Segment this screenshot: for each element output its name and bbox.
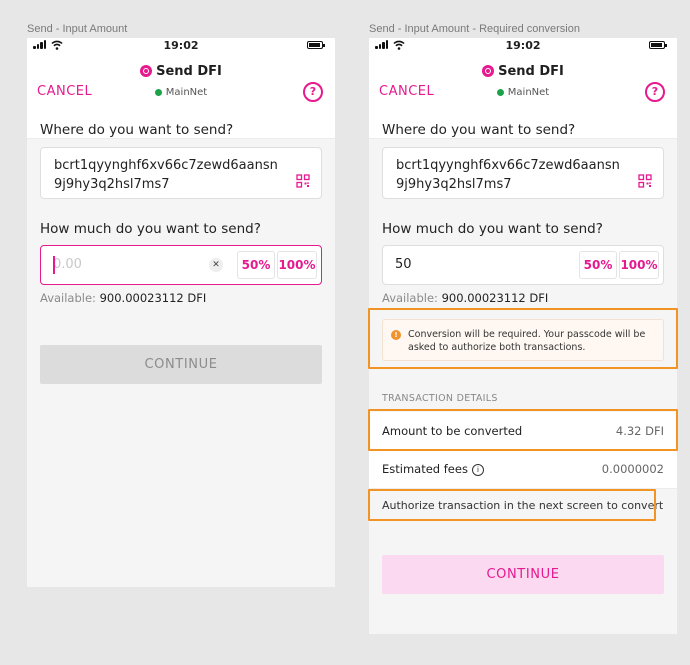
- info-icon[interactable]: i: [471, 464, 484, 476]
- text-caret: [53, 256, 55, 274]
- available-balance: Available: 900.00023112 DFI: [40, 291, 207, 305]
- status-time: 19:02: [163, 39, 199, 52]
- page-title: Send DFI: [498, 63, 564, 79]
- continue-button[interactable]: CONTINUE: [40, 345, 322, 384]
- converted-label: Amount to be converted: [382, 424, 523, 438]
- network-label: MainNet: [165, 87, 208, 98]
- frame-label-left: Send - Input Amount: [27, 23, 128, 35]
- battery-icon: [307, 41, 325, 49]
- amount-value: 50: [395, 257, 412, 272]
- status-time: 19:02: [505, 39, 541, 52]
- status-bar: 19:02: [369, 38, 677, 54]
- conversion-warning: ! Conversion will be required. Your pass…: [382, 319, 664, 361]
- continue-button[interactable]: CONTINUE: [382, 555, 664, 594]
- warning-text: Conversion will be required. Your passco…: [408, 329, 646, 353]
- address-value: bcrt1qyynghf6xv66c7zewd6aansn9j9hy3q2hsl…: [396, 158, 620, 192]
- amount-input[interactable]: 0.00 ✕ 50% 100%: [40, 245, 322, 285]
- converted-amount-row: Amount to be converted 4.32 DFI: [369, 412, 677, 451]
- address-value: bcrt1qyynghf6xv66c7zewd6aansn9j9hy3q2hsl…: [54, 158, 278, 192]
- defichain-logo-icon: [140, 65, 153, 77]
- warning-icon: !: [391, 330, 401, 340]
- authorize-note: Authorize transaction in the next screen…: [382, 499, 664, 512]
- address-label: Where do you want to send?: [40, 122, 234, 138]
- percent-50-button[interactable]: 50%: [579, 251, 617, 279]
- help-icon[interactable]: ?: [303, 82, 323, 102]
- amount-placeholder: 0.00: [53, 257, 82, 272]
- network-status-dot-icon: [496, 89, 504, 96]
- page-title: Send DFI: [156, 63, 222, 79]
- help-icon[interactable]: ?: [645, 82, 665, 102]
- fees-label: Estimated fees: [382, 462, 468, 476]
- amount-label: How much do you want to send?: [382, 221, 603, 237]
- percent-100-button[interactable]: 100%: [277, 251, 317, 279]
- percent-50-button[interactable]: 50%: [237, 251, 275, 279]
- battery-icon: [649, 41, 667, 49]
- estimated-fees-row: Estimated fees i 0.0000002: [369, 450, 677, 489]
- details-section-title: TRANSACTION DETAILS: [382, 393, 498, 404]
- phone-left: 19:02 CANCEL Send DFI MainNet ? Where do…: [27, 38, 335, 587]
- fees-value: 0.0000002: [601, 462, 664, 476]
- network-status-dot-icon: [154, 89, 162, 96]
- phone-right: 19:02 CANCEL Send DFI MainNet ? Where do…: [369, 38, 677, 634]
- address-label: Where do you want to send?: [382, 122, 576, 138]
- address-field[interactable]: bcrt1qyynghf6xv66c7zewd6aansn9j9hy3q2hsl…: [382, 147, 664, 199]
- amount-input[interactable]: 50 50% 100%: [382, 245, 664, 285]
- percent-100-button[interactable]: 100%: [619, 251, 659, 279]
- qr-scan-icon[interactable]: [295, 173, 311, 189]
- converted-value: 4.32 DFI: [615, 424, 664, 438]
- status-bar: 19:02: [27, 38, 335, 54]
- amount-label: How much do you want to send?: [40, 221, 261, 237]
- network-label: MainNet: [507, 87, 550, 98]
- qr-scan-icon[interactable]: [637, 173, 653, 189]
- address-field[interactable]: bcrt1qyynghf6xv66c7zewd6aansn9j9hy3q2hsl…: [40, 147, 322, 199]
- available-balance: Available: 900.00023112 DFI: [382, 291, 549, 305]
- defichain-logo-icon: [482, 65, 495, 77]
- frame-label-right: Send - Input Amount - Required conversio…: [369, 23, 580, 35]
- clear-icon[interactable]: ✕: [209, 258, 223, 272]
